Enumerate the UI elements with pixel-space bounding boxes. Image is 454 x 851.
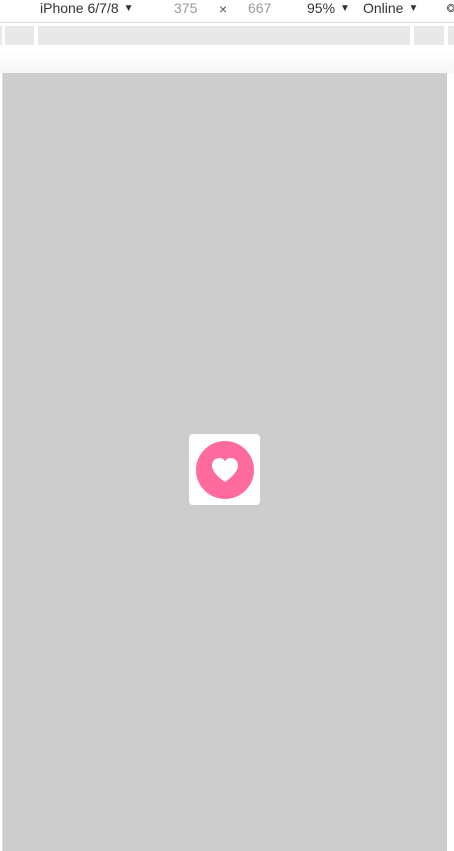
like-button[interactable] [189, 434, 260, 505]
device-toolbar: iPhone 6/7/8 ▼ 375 × 667 95% ▼ Online ▼ [0, 0, 454, 23]
media-query-ruler [0, 23, 454, 47]
device-select[interactable]: iPhone 6/7/8 ▼ [40, 0, 134, 17]
heart-icon [211, 457, 238, 482]
times-separator: × [219, 1, 228, 17]
rotate-icon[interactable] [446, 1, 454, 15]
ruler-gutter [0, 47, 454, 73]
throttling-value: Online [363, 0, 404, 16]
device-name: iPhone 6/7/8 [40, 0, 119, 16]
throttling-dropdown-arrow-icon: ▼ [408, 3, 419, 14]
like-circle [195, 440, 254, 499]
zoom-dropdown-arrow-icon: ▼ [340, 3, 350, 14]
throttling-select[interactable]: Online ▼ [363, 0, 418, 17]
height-input[interactable]: 667 [248, 0, 271, 17]
ruler-segment[interactable] [5, 26, 34, 45]
width-input[interactable]: 375 [174, 0, 197, 17]
viewport-right-edge [447, 73, 454, 851]
zoom-value: 95% [307, 0, 336, 16]
ruler-segment[interactable] [0, 26, 2, 45]
ruler-segment[interactable] [448, 26, 454, 45]
ruler-segment[interactable] [38, 26, 410, 45]
zoom-select[interactable]: 95% ▼ [307, 0, 350, 17]
ruler-segment[interactable] [414, 26, 444, 45]
device-dropdown-arrow-icon: ▼ [123, 3, 134, 14]
